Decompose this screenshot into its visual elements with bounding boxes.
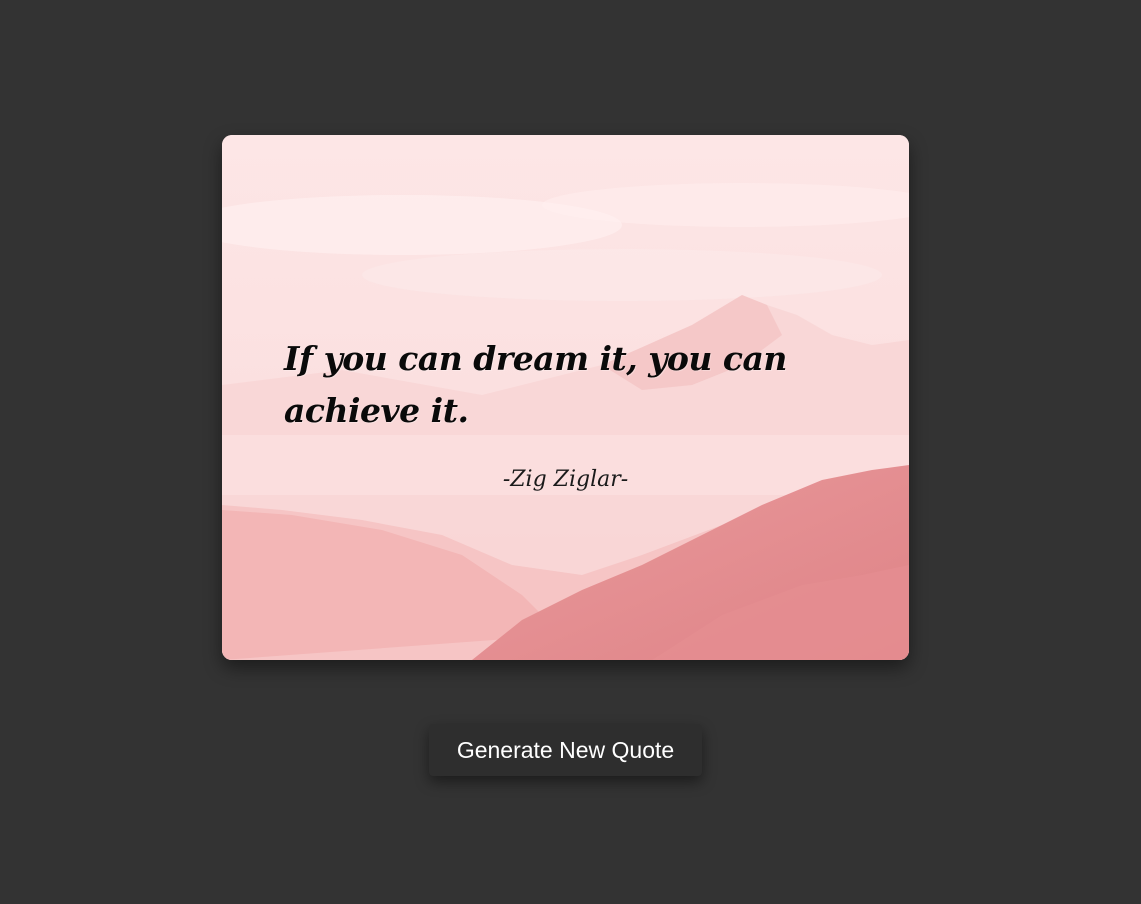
page: If you can dream it, you can achieve it.… [0, 0, 1141, 904]
quote-text: If you can dream it, you can achieve it. [284, 339, 787, 430]
quote-card: If you can dream it, you can achieve it.… [222, 135, 909, 660]
generate-new-quote-button[interactable]: Generate New Quote [429, 724, 702, 776]
quote-author: -Zig Ziglar- [502, 467, 629, 492]
